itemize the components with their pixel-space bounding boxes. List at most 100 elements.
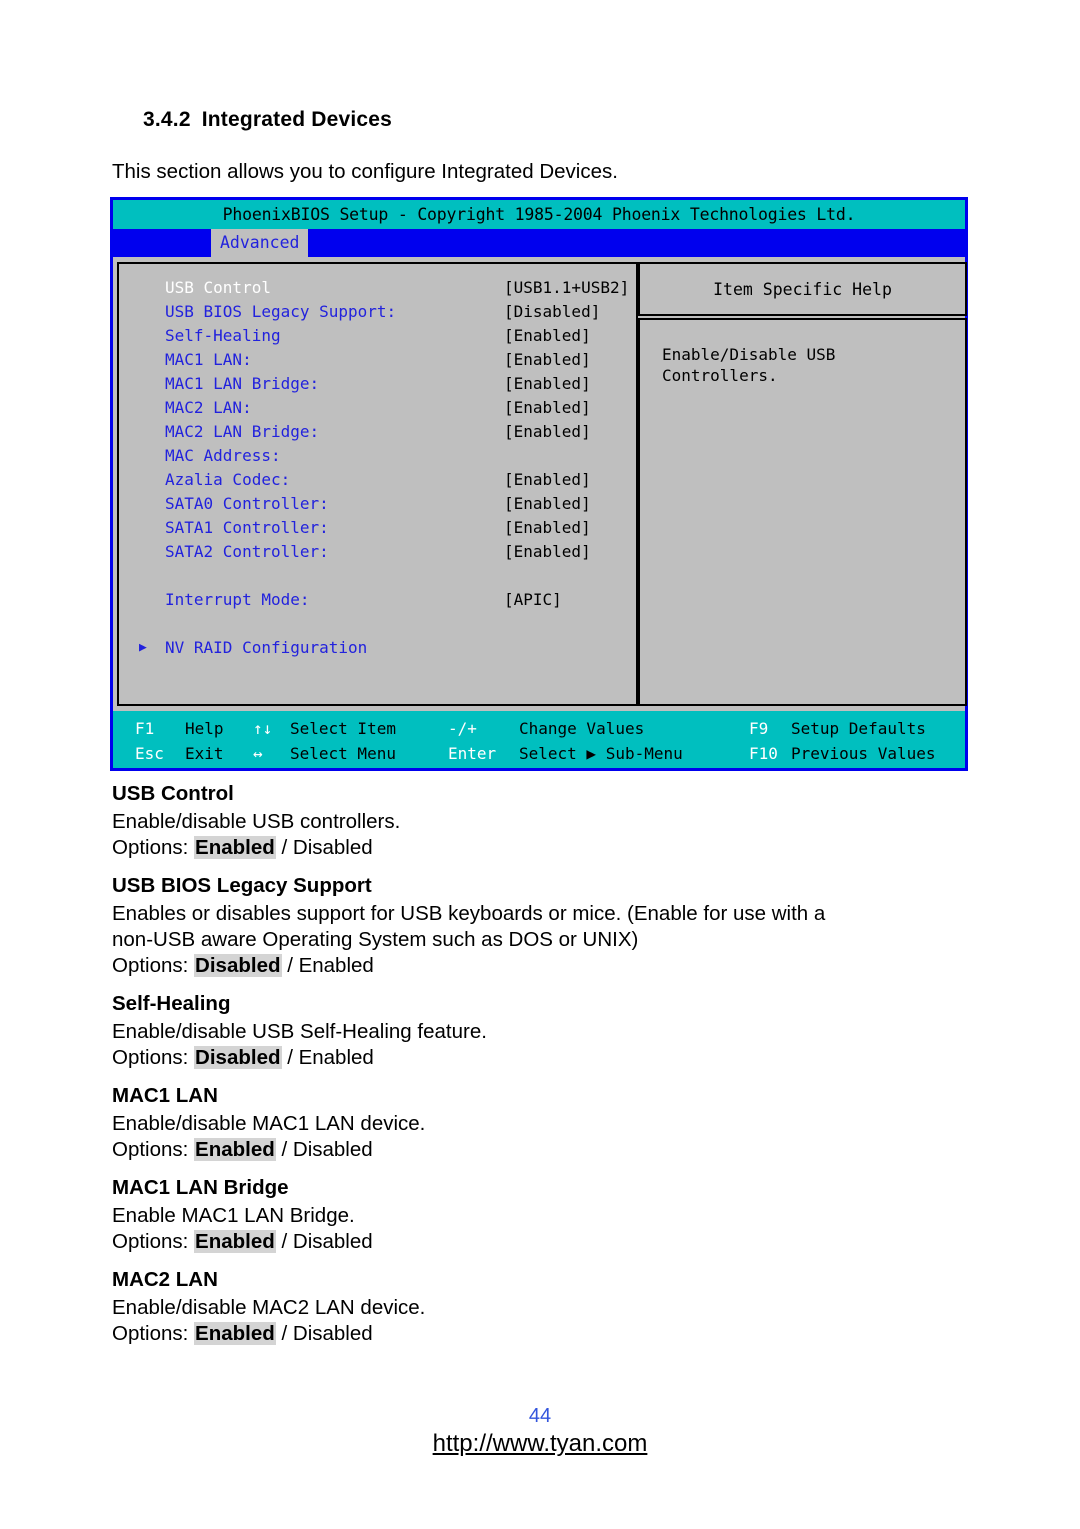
bios-body: USB Control [USB1.1+USB2] USB BIOS Legacy … (113, 257, 967, 714)
option-values: Options: Enabled / Disabled (112, 1229, 992, 1255)
bios-setting-row[interactable]: Interrupt Mode: [APIC] (119, 588, 637, 612)
settings-list: USB Control [USB1.1+USB2] USB BIOS Legacy … (117, 262, 637, 706)
bios-setting-label: SATA1 Controller: (165, 518, 329, 537)
key-legend-row-2: Esc Exit ↔ Select Menu Enter Select ▶ Su… (113, 741, 965, 766)
intro-paragraph: This section allows you to configure Int… (112, 160, 618, 183)
option-values: Options: Enabled / Disabled (112, 1321, 992, 1347)
option-values: Options: Enabled / Disabled (112, 835, 992, 861)
key-esc-label: Exit (185, 744, 224, 763)
item-help-pane: Item Specific Help Enable/Disable USB Co… (638, 262, 967, 706)
option-default-value: Disabled (194, 954, 282, 977)
option-block: Self-Healing Enable/disable USB Self-Heal… (112, 991, 992, 1071)
key-f10: F10 (749, 744, 778, 763)
bios-setting-label: MAC1 LAN Bridge: (165, 374, 320, 393)
bios-setting-label: MAC2 LAN: (165, 398, 252, 417)
option-default-value: Enabled (194, 836, 276, 859)
option-title: USB Control (112, 782, 234, 805)
bios-setting-label: USB Control (165, 278, 271, 297)
option-descriptions: USB Control Enable/disable USB controller… (112, 781, 992, 1359)
bios-setting-value: [Enabled] (504, 542, 591, 561)
option-alternate-value: / Disabled (275, 1138, 373, 1161)
option-values-prefix: Options: (112, 954, 195, 977)
bios-setting-row[interactable]: USB Control [USB1.1+USB2] (119, 276, 637, 300)
bios-menu-bar: Advanced (113, 229, 965, 257)
key-f1: F1 (135, 719, 155, 738)
bios-setting-label: USB BIOS Legacy Support: (165, 302, 397, 321)
option-block: MAC2 LAN Enable/disable MAC2 LAN device. O… (112, 1267, 992, 1347)
key-enter-label: Select ▶ Sub-Menu (519, 744, 683, 763)
option-alternate-value: / Disabled (275, 836, 373, 859)
option-block: MAC1 LAN Enable/disable MAC1 LAN device. O… (112, 1083, 992, 1163)
key-updown-icon: ↑↓ (253, 719, 273, 738)
key-f9: F9 (749, 719, 769, 738)
bios-setting-label: MAC2 LAN Bridge: (165, 422, 320, 441)
option-description-line2: non-USB aware Operating System such as D… (112, 928, 639, 951)
option-alternate-value: / Enabled (281, 954, 374, 977)
bios-setting-value: [USB1.1+USB2] (504, 278, 630, 297)
option-values-prefix: Options: (112, 1046, 195, 1069)
bios-setup-screen: PhoenixBIOS Setup - Copyright 1985-2004 … (110, 197, 968, 771)
option-alternate-value: / Disabled (275, 1230, 373, 1253)
option-alternate-value: / Disabled (275, 1322, 373, 1345)
key-leftright-label: Select Menu (290, 744, 396, 763)
bios-setting-value: [APIC] (504, 590, 562, 609)
bios-setting-row[interactable]: MAC1 LAN: [Enabled] (119, 348, 637, 372)
section-title: Integrated Devices (201, 108, 393, 131)
option-title: USB BIOS Legacy Support (112, 874, 372, 897)
option-default-value: Enabled (194, 1322, 276, 1345)
page-number: 44 (528, 1405, 552, 1427)
bios-setting-row[interactable]: SATA1 Controller: [Enabled] (119, 516, 637, 540)
bios-setting-row[interactable]: MAC2 LAN Bridge: [Enabled] (119, 420, 637, 444)
option-alternate-value: / Enabled (281, 1046, 374, 1069)
bios-setting-label: Self-Healing (165, 326, 281, 345)
bios-setting-spacer (119, 564, 637, 588)
option-block: USB Control Enable/disable USB controller… (112, 781, 992, 861)
tab-advanced[interactable]: Advanced (211, 229, 309, 257)
bios-key-legend: F1 Help ↑↓ Select Item -/+ Change Values… (113, 711, 965, 768)
bios-setting-value: [Enabled] (504, 374, 591, 393)
key-legend-row-1: F1 Help ↑↓ Select Item -/+ Change Values… (113, 716, 965, 741)
bios-setting-label: SATA2 Controller: (165, 542, 329, 561)
option-values-prefix: Options: (112, 836, 195, 859)
bios-setting-label: MAC Address: (165, 446, 281, 465)
bios-setting-value: [Enabled] (504, 494, 591, 513)
bios-setting-row[interactable]: ▶ NV RAID Configuration (119, 636, 637, 660)
document-page: 3.4.2 Integrated Devices This section all… (0, 0, 1080, 1529)
submenu-arrow-icon: ▶ (139, 640, 147, 655)
option-description: Enable/disable MAC1 LAN device. (112, 1112, 426, 1135)
bios-setting-row[interactable]: SATA2 Controller: [Enabled] (119, 540, 637, 564)
key-leftright-icon: ↔ (253, 744, 263, 763)
bios-setting-label: Interrupt Mode: (165, 590, 310, 609)
bios-setting-value: [Enabled] (504, 518, 591, 537)
help-pane-title: Item Specific Help (638, 262, 967, 316)
bios-setting-row[interactable]: USB BIOS Legacy Support: [Disabled] (119, 300, 637, 324)
bios-setting-label: MAC1 LAN: (165, 350, 252, 369)
key-updown-label: Select Item (290, 719, 396, 738)
bios-setting-row[interactable]: Self-Healing [Enabled] (119, 324, 637, 348)
key-minusplus-label: Change Values (519, 719, 645, 738)
option-default-value: Enabled (194, 1230, 276, 1253)
option-title: MAC1 LAN (112, 1084, 218, 1107)
key-f1-label: Help (185, 719, 224, 738)
bios-setting-value: [Disabled] (504, 302, 601, 321)
bios-setting-label: NV RAID Configuration (165, 638, 368, 657)
page-title: 3.4.2 Integrated Devices (143, 108, 392, 132)
option-values: Options: Disabled / Enabled (112, 953, 992, 979)
option-values-prefix: Options: (112, 1138, 195, 1161)
option-default-value: Enabled (194, 1138, 276, 1161)
footer-url-text: http://www.tyan.com (432, 1430, 648, 1457)
bios-setting-row[interactable]: SATA0 Controller: [Enabled] (119, 492, 637, 516)
option-values-prefix: Options: (112, 1230, 195, 1253)
bios-setting-row[interactable]: MAC1 LAN Bridge: [Enabled] (119, 372, 637, 396)
option-default-value: Disabled (194, 1046, 282, 1069)
bios-setting-row[interactable]: MAC Address: (119, 444, 637, 468)
bios-setting-row[interactable]: MAC2 LAN: [Enabled] (119, 396, 637, 420)
bios-setting-label: Azalia Codec: (165, 470, 291, 489)
option-title: MAC1 LAN Bridge (112, 1176, 289, 1199)
key-minusplus: -/+ (448, 719, 477, 738)
bios-setting-row[interactable]: Azalia Codec: [Enabled] (119, 468, 637, 492)
key-f10-label: Previous Values (791, 744, 936, 763)
option-block: USB BIOS Legacy Support Enables or disabl… (112, 873, 992, 979)
bios-setting-spacer (119, 612, 637, 636)
bios-setting-value: [Enabled] (504, 398, 591, 417)
